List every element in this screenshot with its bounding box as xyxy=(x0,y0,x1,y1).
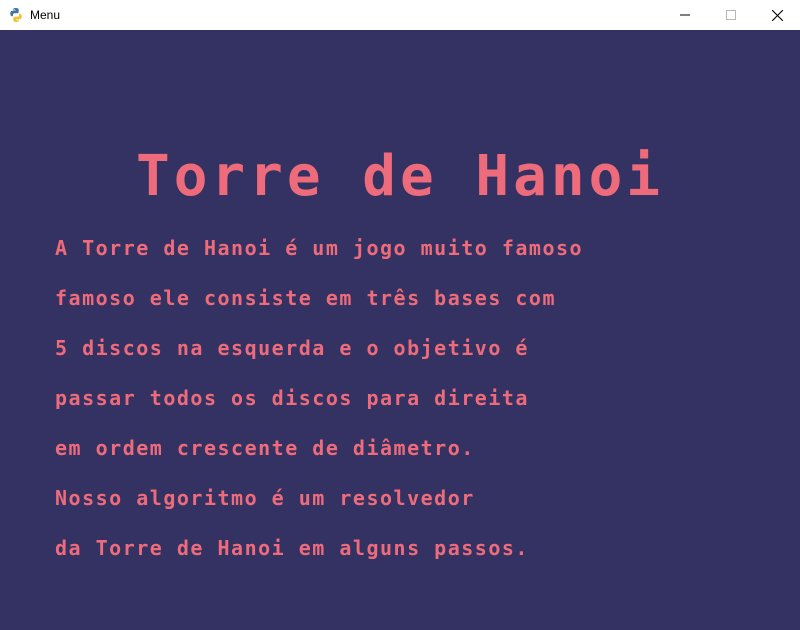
description-line: em ordem crescente de diâmetro. xyxy=(55,436,475,460)
maximize-button[interactable] xyxy=(708,0,754,30)
description-line: famoso ele consiste em três bases com xyxy=(55,286,557,310)
game-canvas[interactable]: Torre de Hanoi A Torre de Hanoi é um jog… xyxy=(0,30,800,630)
description-text: A Torre de Hanoi é um jogo muito famoso … xyxy=(55,233,795,583)
game-title: Torre de Hanoi xyxy=(135,144,664,209)
close-icon xyxy=(771,9,783,21)
python-icon xyxy=(10,8,22,22)
window-titlebar[interactable]: Menu xyxy=(0,0,800,30)
description-line: Nosso algoritmo é um resolvedor xyxy=(55,486,475,510)
close-button[interactable] xyxy=(754,0,800,30)
minimize-button[interactable] xyxy=(662,0,708,30)
description-line: da Torre de Hanoi em alguns passos. xyxy=(55,536,529,560)
minimize-icon xyxy=(680,14,690,16)
description-line: 5 discos na esquerda e o objetivo é xyxy=(55,336,529,360)
description-line: A Torre de Hanoi é um jogo muito famoso xyxy=(55,236,584,260)
app-window: Menu Torre de Hanoi A Torre de Hanoi é u… xyxy=(0,0,800,630)
description-line: passar todos os discos para direita xyxy=(55,386,529,410)
window-title: Menu xyxy=(30,8,61,22)
maximize-icon xyxy=(726,10,736,20)
window-controls xyxy=(662,0,800,30)
